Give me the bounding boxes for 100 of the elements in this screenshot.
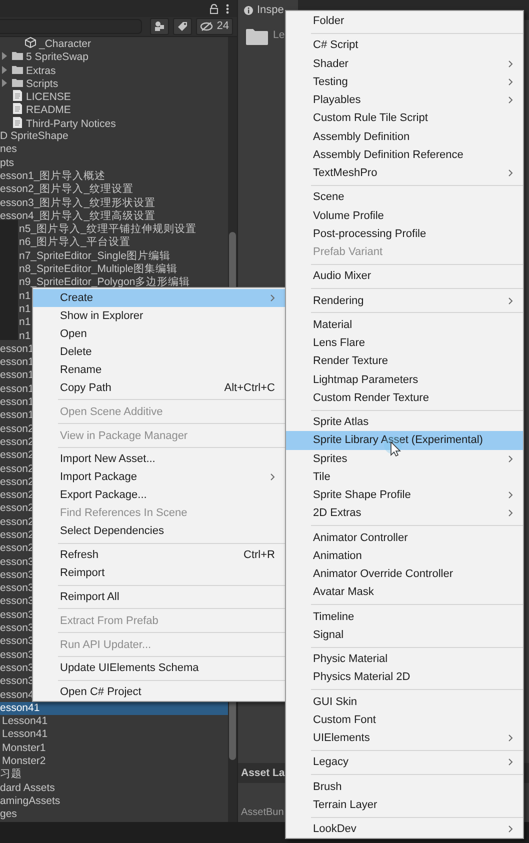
menu-item[interactable]: UIElements <box>286 729 523 748</box>
filter-by-label-button[interactable] <box>172 18 192 35</box>
tree-item-label[interactable]: dard Assets <box>0 782 55 794</box>
tree-item-label[interactable]: n9_SpriteEditor_Polygon多边形编辑 <box>19 276 190 288</box>
menu-item[interactable]: Sprites <box>286 450 523 468</box>
menu-item[interactable]: Copy Path Alt+Ctrl+C <box>33 379 285 397</box>
menu-item[interactable]: Animation <box>286 546 523 565</box>
menu-item[interactable]: Terrain Layer <box>286 796 523 814</box>
menu-item[interactable]: Volume Profile <box>286 206 523 225</box>
tree-item-label[interactable]: esson41 <box>0 702 40 714</box>
tree-item-label[interactable]: Scripts <box>26 78 58 90</box>
tree-row[interactable]: esson41 <box>0 702 228 716</box>
menu-item[interactable]: Custom Rule Tile Script <box>286 109 523 128</box>
tree-item-label[interactable]: nes <box>0 143 17 156</box>
filter-by-type-button[interactable] <box>150 18 169 35</box>
menu-item[interactable]: Assembly Definition Reference <box>286 146 523 164</box>
menu-item[interactable]: Import Package <box>33 468 285 486</box>
tree-item-label[interactable]: ges <box>0 808 17 820</box>
menu-item[interactable]: Create <box>33 289 285 307</box>
menu-item[interactable]: GUI Skin <box>286 692 523 711</box>
menu-item[interactable]: Physics Material 2D <box>286 668 523 686</box>
tree-item-label[interactable]: esson4_图片导入_纹理高级设置 <box>0 210 156 222</box>
menu-item[interactable]: Animator Controller <box>286 528 523 547</box>
tree-item-label[interactable]: esson1 <box>0 342 34 355</box>
menu-item[interactable]: Audio Mixer <box>286 267 523 286</box>
tree-item-label[interactable]: D SpriteShape <box>0 130 68 142</box>
tree-item-label[interactable]: esson3_图片导入_纹理形状设置 <box>0 196 156 209</box>
tree-item-label[interactable]: LICENSE <box>26 91 71 104</box>
tree-item-label[interactable]: n5_图片导入_纹理平铺拉伸规则设置 <box>19 223 196 236</box>
expand-arrow-icon[interactable] <box>0 52 8 60</box>
tree-item-label[interactable]: Lesson41 <box>2 715 48 728</box>
menu-item[interactable]: Rename <box>33 361 285 379</box>
menu-item[interactable]: Scene <box>286 188 523 206</box>
menu-item[interactable]: Import New Asset... <box>33 450 285 468</box>
tree-item-label[interactable]: Extras <box>26 64 56 77</box>
tree-item-label[interactable]: n1 <box>19 290 31 302</box>
tree-item-label[interactable]: pts <box>0 156 14 169</box>
menu-item[interactable]: Refresh Ctrl+R <box>33 546 285 564</box>
menu-item[interactable]: Reimport All <box>33 588 285 606</box>
menu-item[interactable]: Animator Override Controller <box>286 565 523 584</box>
menu-item[interactable]: Signal <box>286 626 523 644</box>
menu-item[interactable]: Delete <box>33 343 285 361</box>
menu-item[interactable]: Rendering <box>286 292 523 310</box>
menu-item[interactable]: Shader <box>286 54 523 73</box>
tree-item-label[interactable]: README <box>26 104 71 116</box>
folder-icon <box>246 28 268 45</box>
tree-item-label[interactable]: esson1 <box>0 382 34 395</box>
menu-item[interactable]: Select Dependencies <box>33 522 285 540</box>
menu-item[interactable]: Reimport <box>33 564 285 582</box>
menu-item[interactable]: Avatar Mask <box>286 583 523 602</box>
tree-item-label[interactable]: esson2_图片导入_纹理设置 <box>0 183 134 196</box>
tree-item-label[interactable]: n7_SpriteEditor_Single图片编辑 <box>19 250 170 262</box>
tree-item-label[interactable]: n8_SpriteEditor_Multiple图集编辑 <box>19 263 178 276</box>
expand-arrow-icon[interactable] <box>0 66 8 74</box>
menu-item[interactable]: TextMeshPro <box>286 164 523 182</box>
tree-item-label[interactable]: amingAssets <box>0 794 60 807</box>
tree-item-label[interactable]: 习题 <box>0 768 22 780</box>
menu-item[interactable]: Sprite Shape Profile <box>286 486 523 504</box>
menu-item[interactable]: Assembly Definition <box>286 128 523 146</box>
tree-item-label[interactable]: Monster2 <box>2 755 46 768</box>
menu-item[interactable]: Lightmap Parameters <box>286 370 523 389</box>
hidden-packages-button[interactable]: 24 <box>196 18 233 35</box>
tree-item-label[interactable]: Lesson41 <box>2 728 48 740</box>
tree-item-label[interactable]: Third-Party Notices <box>26 118 116 130</box>
menu-item[interactable]: Tile <box>286 468 523 486</box>
menu-item[interactable]: Timeline <box>286 608 523 626</box>
tree-item-label[interactable]: n6_图片导入_平台设置 <box>19 236 130 248</box>
tree-item-label[interactable]: _Character <box>39 38 91 50</box>
menu-item[interactable]: Export Package... <box>33 486 285 504</box>
tree-item-label[interactable]: Monster1 <box>2 742 46 754</box>
tree-item-label[interactable]: esson1 <box>0 409 34 422</box>
menu-item[interactable]: Open C# Project <box>33 683 285 702</box>
tree-item-label[interactable]: esson1_图片导入概述 <box>0 170 106 182</box>
menu-item[interactable]: Material <box>286 316 523 334</box>
menu-item[interactable]: Testing <box>286 72 523 91</box>
menu-item[interactable]: Physic Material <box>286 650 523 668</box>
tree-item-label[interactable]: esson1 <box>0 369 34 382</box>
menu-item[interactable]: 2D Extras <box>286 504 523 522</box>
menu-item[interactable]: Show in Explorer <box>33 307 285 325</box>
expand-arrow-icon[interactable] <box>0 78 8 87</box>
more-options-icon[interactable] <box>226 4 229 14</box>
tree-item-label[interactable]: n1 <box>19 316 31 328</box>
menu-item[interactable]: Post-processing Profile <box>286 224 523 243</box>
menu-item[interactable]: C# Script <box>286 36 523 54</box>
tree-item-label[interactable]: n1 <box>19 330 31 342</box>
menu-item[interactable]: Render Texture <box>286 352 523 370</box>
menu-item[interactable]: Playables <box>286 91 523 110</box>
tree-item-label[interactable]: 5 SpriteSwap <box>26 51 88 64</box>
tree-item-label[interactable]: esson1 <box>0 356 34 368</box>
tree-item-label[interactable]: n1 <box>19 302 31 315</box>
menu-item[interactable]: Sprite Library Asset (Experimental) <box>286 431 523 450</box>
menu-item[interactable]: Lens Flare <box>286 334 523 352</box>
lock-icon[interactable] <box>210 4 218 14</box>
menu-item[interactable]: Sprite Atlas <box>286 413 523 432</box>
menu-item[interactable]: Custom Font <box>286 710 523 729</box>
menu-item[interactable]: Open <box>33 325 285 343</box>
tree-item-label[interactable]: esson1 <box>0 396 34 408</box>
menu-item[interactable]: Custom Render Texture <box>286 388 523 407</box>
menu-item[interactable]: Update UIElements Schema <box>33 659 285 678</box>
hidden-count: 24 <box>216 19 229 34</box>
